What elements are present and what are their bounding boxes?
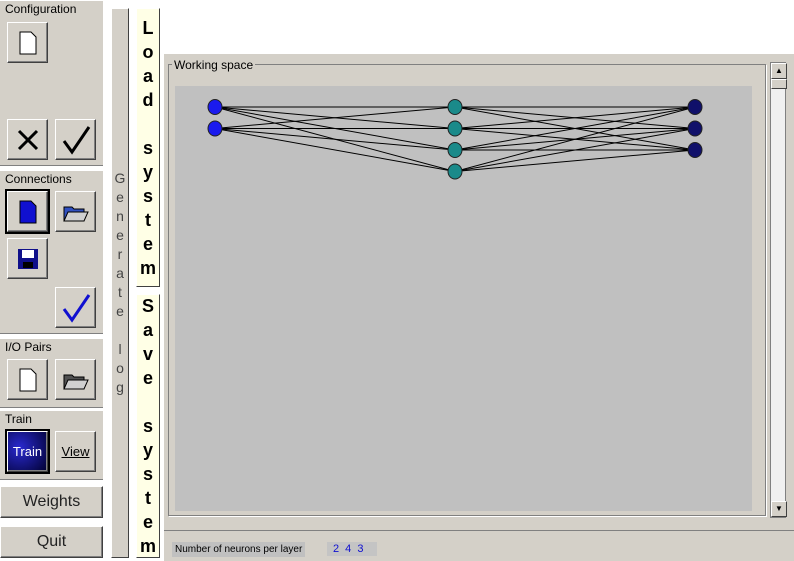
- new-connections-button[interactable]: [5, 189, 50, 234]
- save-system-button[interactable]: Save system: [136, 294, 160, 558]
- open-folder-icon: [62, 374, 89, 389]
- apply-connections-button[interactable]: [55, 287, 96, 328]
- check-icon: [62, 125, 90, 155]
- connections-label: Connections: [5, 172, 72, 186]
- configuration-label: Configuration: [5, 2, 77, 16]
- network-canvas[interactable]: [175, 86, 752, 511]
- train-label: Train: [5, 412, 32, 426]
- neuron-node[interactable]: [687, 120, 703, 137]
- confirm-button[interactable]: [55, 119, 96, 160]
- neurons-per-layer-value: 2 4 3: [327, 542, 377, 556]
- new-file-icon: [19, 31, 36, 54]
- neuron-node[interactable]: [687, 142, 703, 158]
- neuron-node[interactable]: [447, 99, 463, 115]
- neuron-node[interactable]: [447, 120, 463, 137]
- cancel-button[interactable]: [7, 119, 48, 160]
- new-configuration-button[interactable]: [7, 22, 48, 63]
- neurons-per-layer-label: Number of neurons per layer: [172, 542, 306, 557]
- connection-edge: [214, 128, 456, 151]
- open-io-pairs-button[interactable]: [55, 359, 96, 400]
- load-system-button[interactable]: Load system: [136, 8, 160, 287]
- neuron-node[interactable]: [207, 99, 223, 115]
- neuron-node[interactable]: [447, 163, 463, 180]
- connection-edge: [454, 106, 696, 172]
- io-pairs-label: I/O Pairs: [5, 340, 52, 354]
- open-connections-button[interactable]: [55, 191, 96, 232]
- connection-edge: [214, 128, 456, 172]
- weights-button[interactable]: Weights: [0, 486, 103, 518]
- vertical-scrollbar[interactable]: ▲ ▼: [770, 62, 787, 518]
- connection-edge: [454, 149, 696, 172]
- neuron-node[interactable]: [687, 99, 703, 115]
- view-button[interactable]: View: [55, 431, 96, 472]
- new-io-pairs-button[interactable]: [7, 359, 48, 400]
- scroll-thumb[interactable]: [771, 79, 787, 89]
- quit-button[interactable]: Quit: [0, 526, 103, 558]
- scroll-up-button[interactable]: ▲: [771, 63, 787, 79]
- configuration-group: Configuration: [0, 0, 103, 166]
- io-pairs-group: I/O Pairs: [0, 338, 103, 408]
- save-connections-button[interactable]: [7, 238, 48, 279]
- scroll-down-button[interactable]: ▼: [771, 501, 787, 517]
- train-button[interactable]: Train: [5, 429, 50, 474]
- blue-check-icon: [62, 293, 90, 323]
- save-disk-icon: [17, 248, 38, 269]
- neuron-node[interactable]: [447, 142, 463, 158]
- working-space-label: Working space: [172, 58, 256, 72]
- open-folder-icon: [62, 206, 89, 221]
- connections-group: Connections: [0, 170, 103, 334]
- new-file-icon: [19, 368, 36, 391]
- train-group: Train Train View: [0, 410, 103, 480]
- cancel-x-icon: [17, 129, 38, 150]
- new-blue-file-icon: [19, 200, 36, 223]
- generate-log-button[interactable]: Generate log: [111, 8, 129, 558]
- neuron-node[interactable]: [207, 120, 223, 137]
